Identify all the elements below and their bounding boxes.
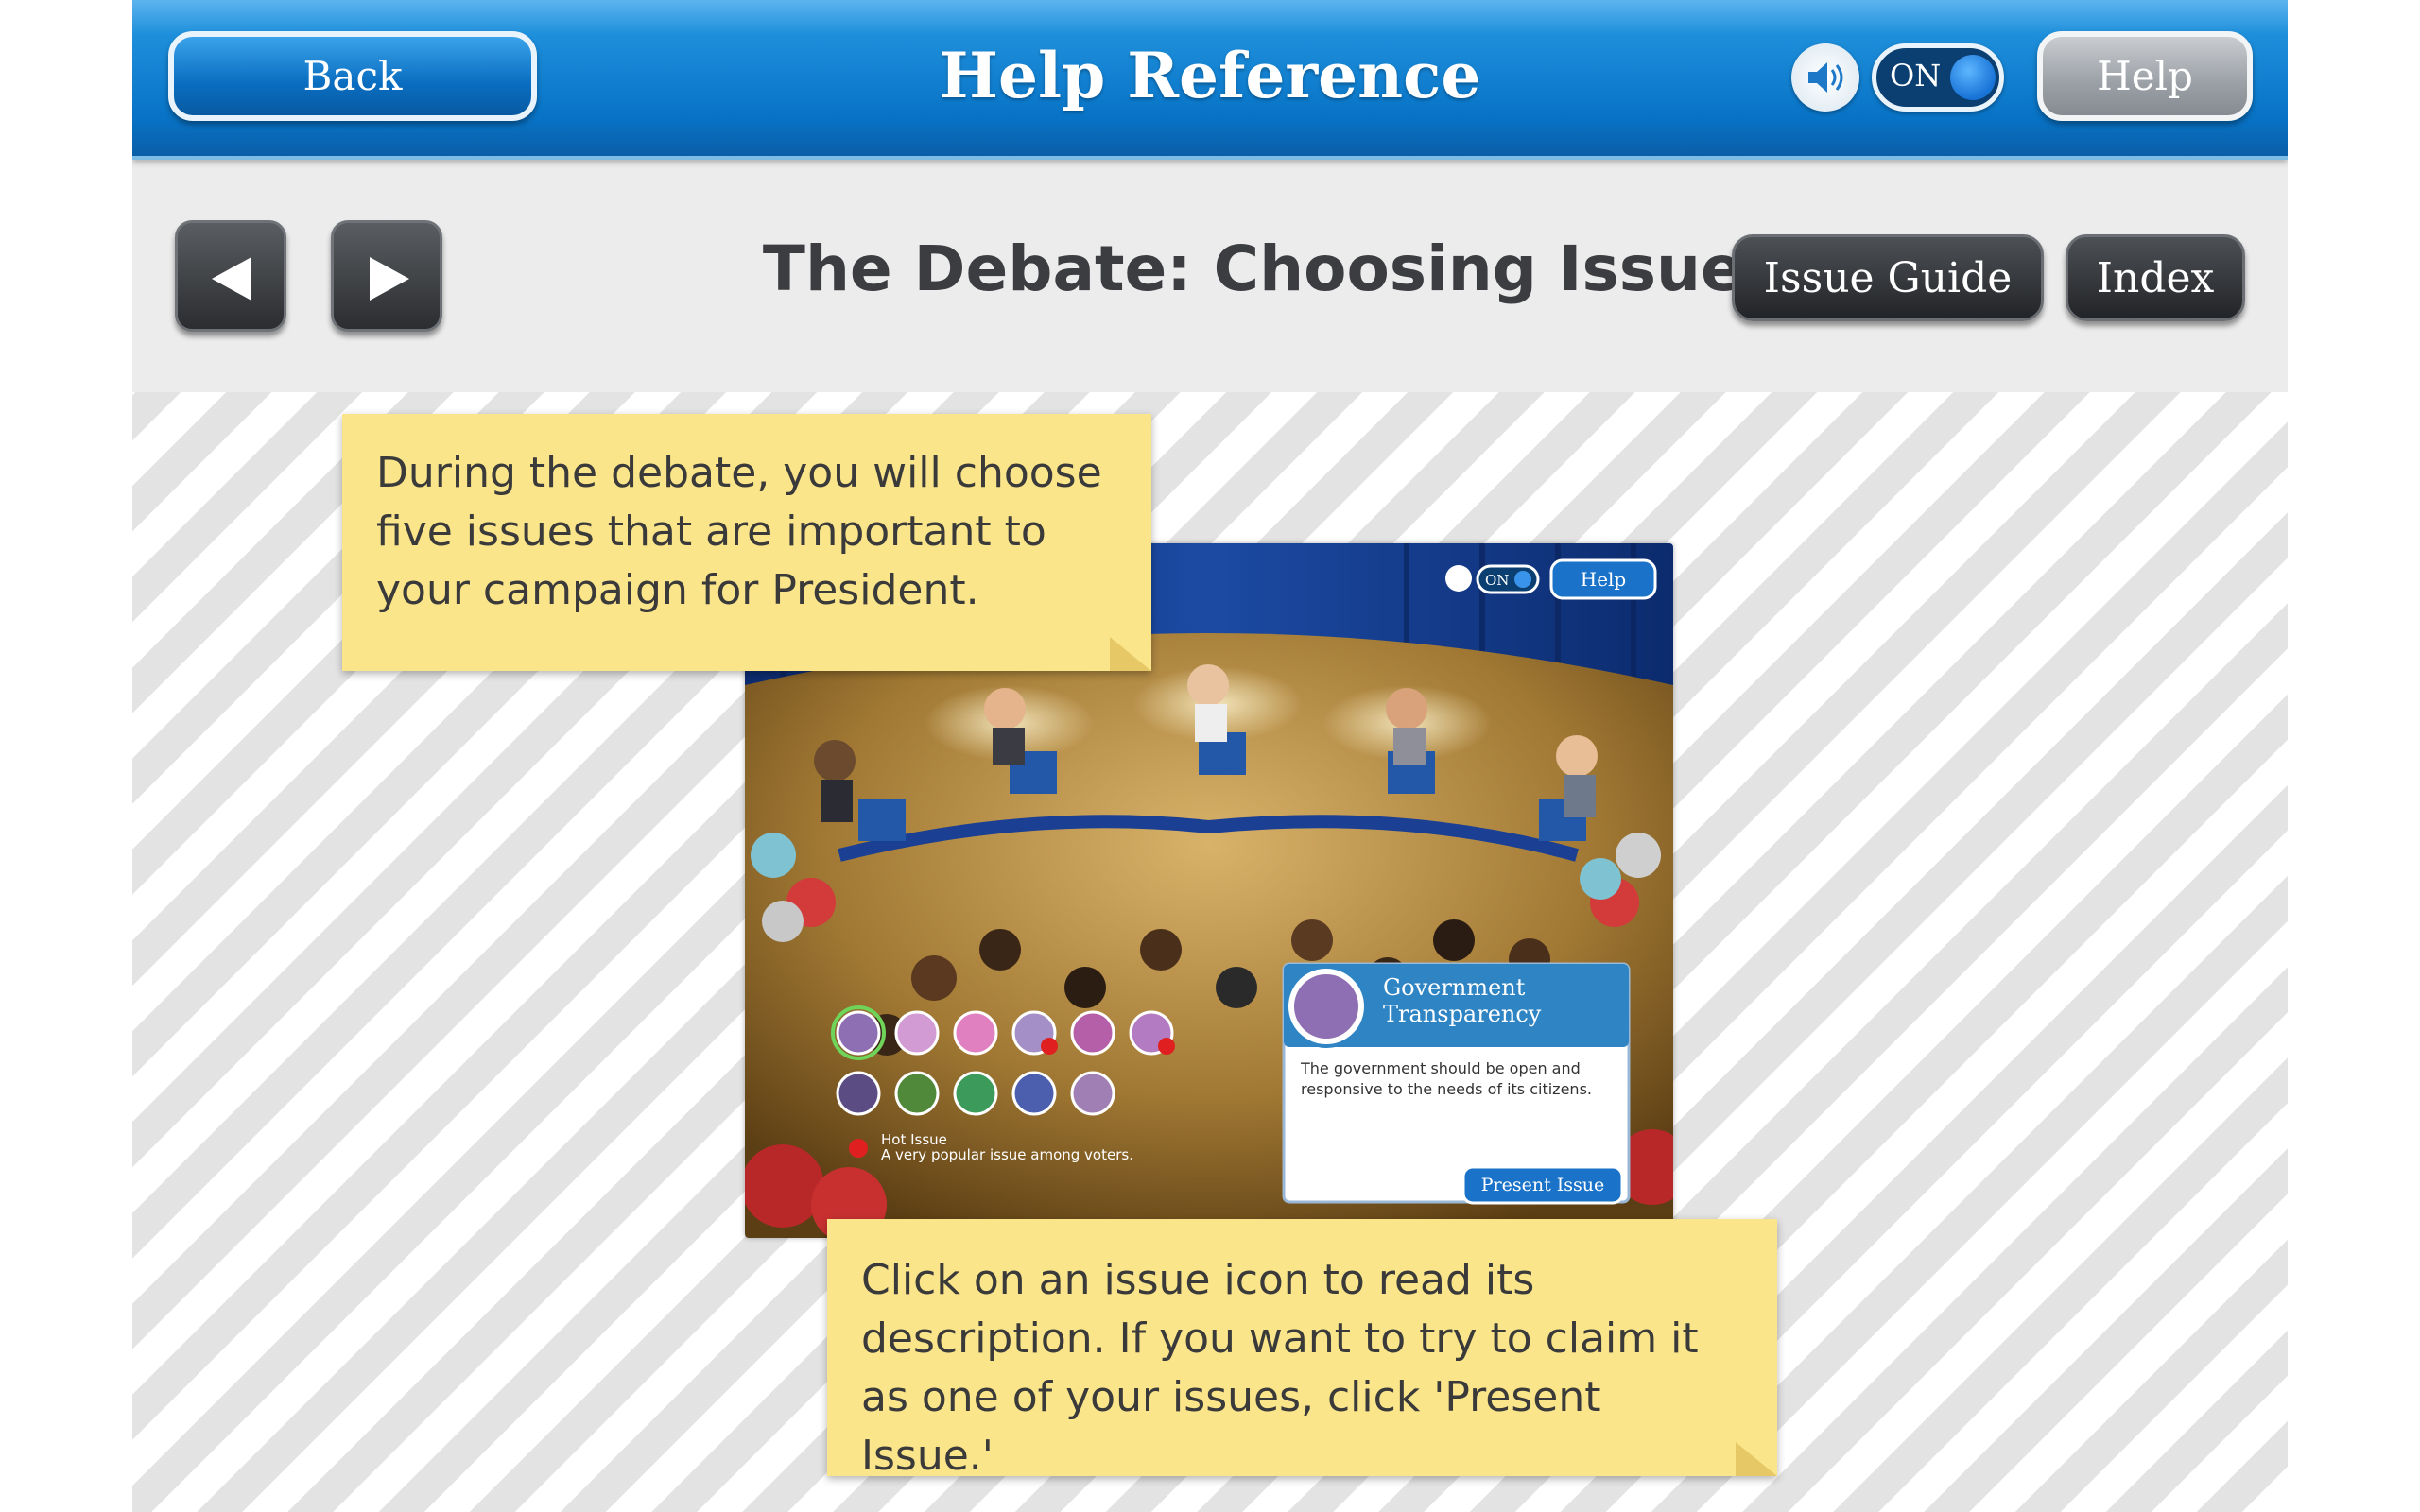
index-button[interactable]: Index [2066,234,2245,321]
top-bar: Back Help Reference ON Help [132,0,2288,160]
hot-issue-desc: A very popular issue among voters. [881,1146,1133,1163]
help-reference-screen: Back Help Reference ON Help The Debate: … [132,0,2288,1512]
back-button[interactable]: Back [168,31,537,121]
issue-desc-line1: The government should be open and [1300,1059,1581,1077]
arrow-left-icon [212,257,251,301]
issue-guide-label: Issue Guide [1763,253,2013,302]
back-button-label: Back [302,53,403,99]
issue-title-line1: Government [1383,974,1526,1001]
issue-desc-line2: responsive to the needs of its citizens. [1301,1080,1592,1098]
next-page-button[interactable] [331,220,442,332]
index-label: Index [2096,253,2215,302]
page-curl [1736,1442,1777,1476]
help-content-area: ON Help Hot Issue A very popular issue a… [132,392,2288,1512]
help-button[interactable]: Help [2037,31,2253,121]
instruction-note: Click on an issue icon to read its descr… [827,1219,1777,1480]
issue-guide-button[interactable]: Issue Guide [1732,234,2044,321]
instruction-note-text: Click on an issue icon to read its descr… [861,1256,1699,1480]
intro-note-text: During the debate, you will choose five … [376,449,1102,614]
page-title: The Debate: Choosing Issues [762,232,1781,305]
mini-toggle-label: ON [1485,572,1509,589]
sound-toggle[interactable]: ON [1872,43,2004,112]
app-title: Help Reference [939,39,1481,112]
previous-page-button[interactable] [175,220,286,332]
present-issue-label: Present Issue [1481,1175,1605,1195]
speaker-icon[interactable] [1791,43,1859,112]
issue-title-line2: Transparency [1383,1001,1542,1027]
arrow-right-icon [370,257,409,301]
help-button-label: Help [2097,53,2193,99]
intro-note: During the debate, you will choose five … [342,414,1151,671]
sound-toggle-label: ON [1890,58,1942,94]
page-curl [1110,637,1151,671]
toggle-knob [1950,55,1996,100]
mini-help-label: Help [1581,568,1626,591]
